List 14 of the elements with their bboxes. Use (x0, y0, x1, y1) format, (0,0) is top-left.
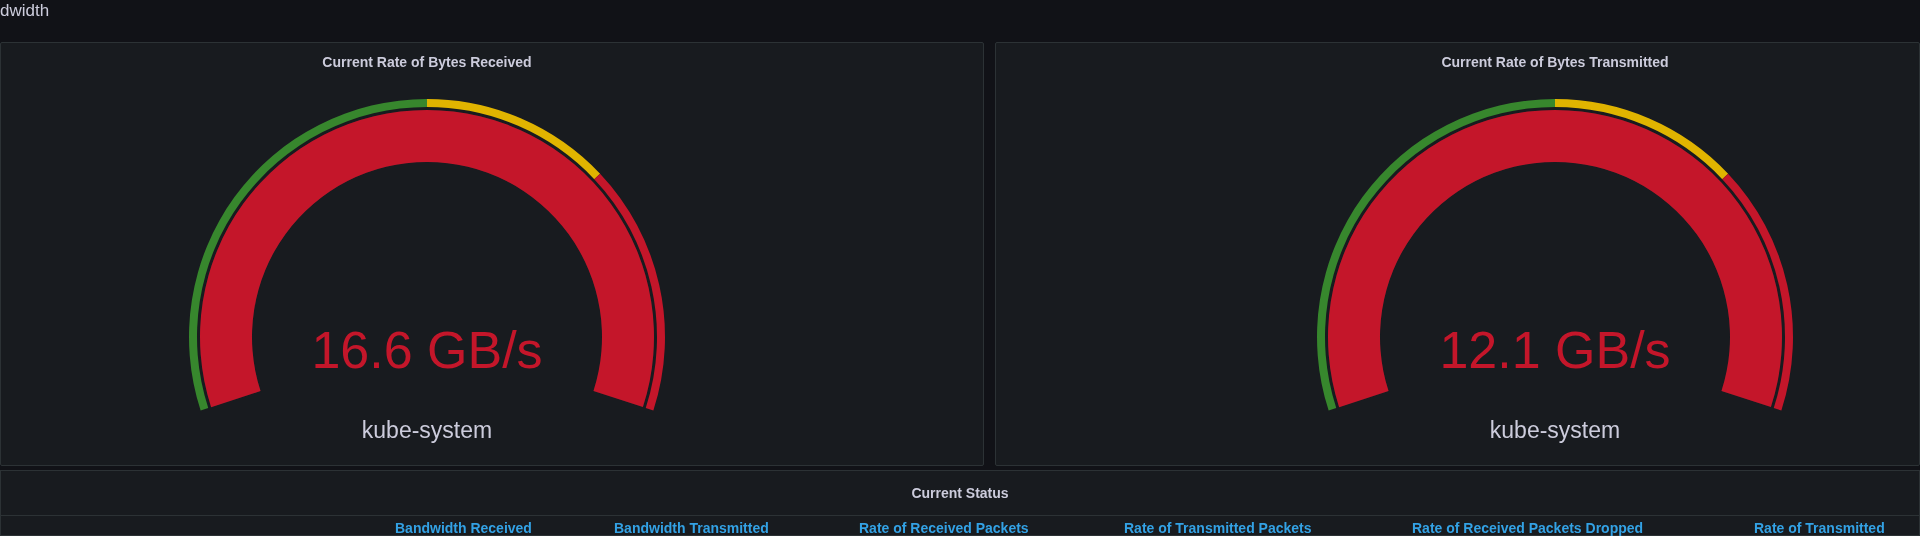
column-header[interactable]: Rate of Transmitted (1754, 520, 1885, 536)
column-header[interactable]: Rate of Transmitted Packets (1124, 520, 1312, 536)
column-header[interactable]: Bandwidth Transmitted (614, 520, 769, 536)
column-header[interactable]: Bandwidth Received (395, 520, 532, 536)
gauge-value: 16.6 GB/s (311, 321, 543, 379)
column-header[interactable]: Rate of Received Packets (859, 520, 1029, 536)
panel-title: Current Rate of Bytes Received (322, 53, 532, 72)
row-title[interactable]: dwidth (0, 1, 50, 20)
gauge-value: 12.1 GB/s (1439, 321, 1671, 379)
panel-title: Current Rate of Bytes Transmitted (1441, 53, 1669, 72)
gauge-label: kube-system (361, 417, 493, 443)
column-header[interactable]: Rate of Received Packets Dropped (1412, 520, 1644, 536)
gauge-label: kube-system (1489, 417, 1621, 443)
panel-title: Current Status (911, 483, 1009, 503)
